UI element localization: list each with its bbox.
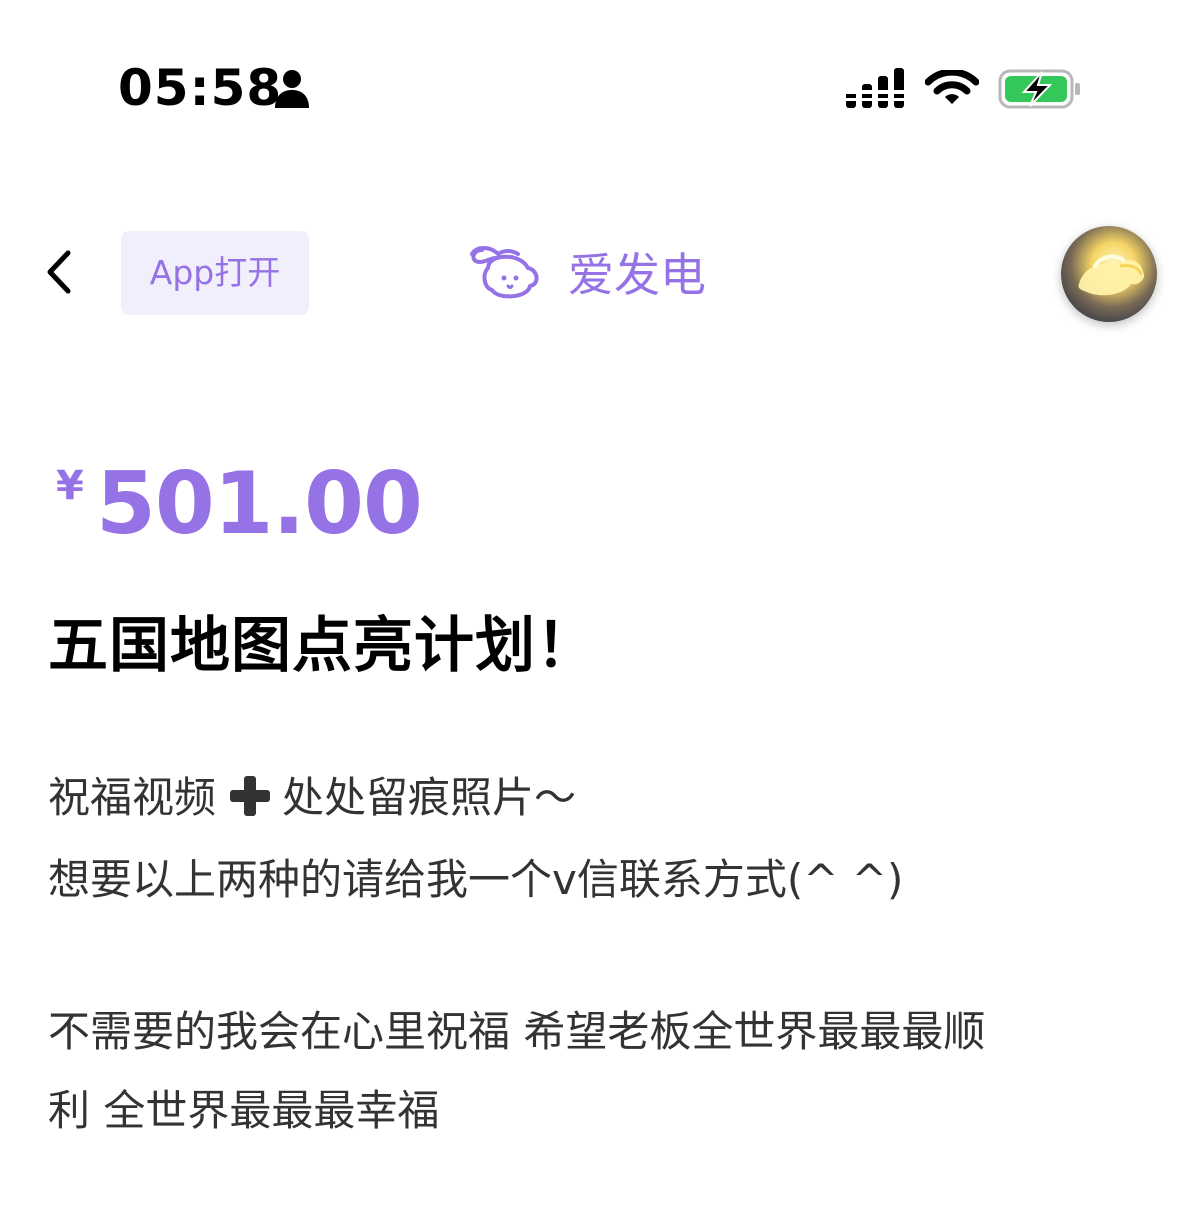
- brand-name: 爱发电: [568, 248, 706, 302]
- plus-icon: [228, 774, 272, 818]
- app-open-button[interactable]: App打开: [121, 231, 309, 315]
- description-line: 想要以上两种的请给我一个v信联系方式(^ ^): [48, 855, 904, 904]
- chevron-left-icon[interactable]: [40, 245, 80, 300]
- description-line: 祝福视频 处处留痕照片～: [48, 770, 576, 826]
- avatar-image: [1078, 254, 1145, 296]
- description-text: 处处留痕照片～: [282, 773, 577, 822]
- wifi-icon: [925, 70, 979, 104]
- description-line: 利 全世界最最最幸福: [48, 1086, 440, 1135]
- currency-symbol: ¥: [56, 463, 84, 509]
- status-bar: 05:58: [0, 0, 1179, 180]
- brand-logo-icon: [470, 246, 539, 299]
- description-line: 不需要的我会在心里祝福 希望老板全世界最最最顺: [48, 1007, 986, 1056]
- cellular-signal-icon: [846, 68, 904, 108]
- person-icon: [275, 70, 309, 108]
- description-text: 祝福视频: [48, 773, 217, 822]
- battery-charging-icon: [998, 69, 1080, 109]
- status-time: 05:58: [118, 59, 283, 117]
- avatar[interactable]: [1061, 226, 1157, 322]
- plan-title: 五国地图点亮计划！: [48, 611, 597, 681]
- plan-price: 501.00: [96, 454, 423, 554]
